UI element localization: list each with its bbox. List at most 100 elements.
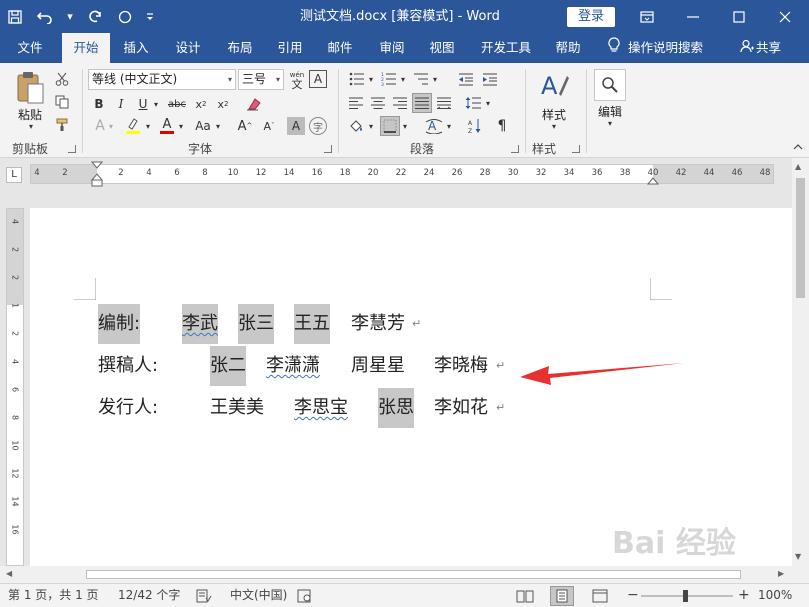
- align-left-icon[interactable]: [346, 93, 366, 113]
- decrease-indent-icon[interactable]: [455, 69, 477, 89]
- borders-icon[interactable]: [380, 116, 400, 136]
- justify-icon[interactable]: [412, 93, 432, 113]
- search-icon[interactable]: [594, 69, 626, 101]
- undo-dropdown-icon[interactable]: ▾: [60, 0, 80, 33]
- styles-dropdown-icon[interactable]: ▾: [549, 121, 559, 131]
- chinese-layout-icon[interactable]: A: [422, 116, 446, 136]
- share-button[interactable]: 共享: [740, 33, 781, 63]
- change-case-dropdown-icon[interactable]: ▾: [213, 116, 223, 136]
- tell-me-search[interactable]: 操作说明搜索: [608, 33, 703, 63]
- font-color-icon[interactable]: A: [157, 116, 177, 136]
- horizontal-scrollbar[interactable]: ◀ ▶: [0, 566, 792, 583]
- editing-dropdown-icon[interactable]: ▾: [605, 118, 615, 128]
- first-line-indent-marker-icon[interactable]: [91, 161, 103, 187]
- font-color-dropdown-icon[interactable]: ▾: [176, 116, 186, 136]
- copy-icon[interactable]: [52, 92, 72, 112]
- tab-design[interactable]: 设计: [166, 33, 210, 63]
- tab-mailings[interactable]: 邮件: [318, 33, 362, 63]
- tab-home[interactable]: 开始: [62, 33, 110, 63]
- italic-icon[interactable]: I: [112, 95, 130, 113]
- highlight-icon[interactable]: [122, 116, 144, 136]
- tab-view[interactable]: 视图: [420, 33, 464, 63]
- subscript-icon[interactable]: x2: [191, 95, 211, 113]
- read-mode-icon[interactable]: [516, 584, 534, 607]
- font-name-combo[interactable]: 等线 (中文正文) ▾: [88, 69, 236, 90]
- zoom-in-button[interactable]: +: [738, 584, 750, 607]
- zoom-out-button[interactable]: −: [627, 584, 639, 607]
- minimize-icon[interactable]: [670, 0, 716, 33]
- save-icon[interactable]: [0, 0, 30, 33]
- grow-font-icon[interactable]: A ^: [235, 116, 255, 136]
- login-button[interactable]: 登录: [567, 7, 615, 27]
- highlight-dropdown-icon[interactable]: ▾: [143, 116, 153, 136]
- font-size-combo[interactable]: 三号 ▾: [238, 69, 284, 90]
- tab-help[interactable]: 帮助: [546, 33, 590, 63]
- shrink-font-icon[interactable]: Aˇ: [259, 116, 279, 136]
- underline-dropdown-icon[interactable]: ▾: [151, 95, 161, 113]
- collapse-ribbon-icon[interactable]: [792, 141, 804, 153]
- text-effects-dropdown-icon[interactable]: ▾: [106, 116, 116, 136]
- vertical-ruler[interactable]: 4 2 2 1 2 4 6 8 10 12 14 16: [6, 208, 24, 566]
- increase-indent-icon[interactable]: [479, 69, 501, 89]
- vertical-scrollbar[interactable]: ▲ ▼: [792, 158, 809, 566]
- redo-icon[interactable]: [80, 0, 110, 33]
- align-right-icon[interactable]: [390, 93, 410, 113]
- bullets-dropdown-icon[interactable]: ▾: [367, 69, 375, 89]
- document-page[interactable]: 编制: 李武 张三 王五 李慧芳 ↵ 撰稿人: 张二 李潇潇 周星星 李晓梅 ↵…: [30, 208, 792, 566]
- horizontal-scroll-thumb[interactable]: [86, 570, 741, 579]
- shading-dropdown-icon[interactable]: ▾: [367, 116, 375, 136]
- tab-file[interactable]: 文件: [6, 33, 54, 63]
- proofing-icon[interactable]: [196, 584, 212, 607]
- shading-icon[interactable]: [346, 116, 368, 136]
- char-border-icon[interactable]: A: [309, 70, 327, 88]
- char-shading-icon[interactable]: A: [287, 117, 305, 135]
- clipboard-launcher-icon[interactable]: [68, 145, 76, 153]
- bold-icon[interactable]: B: [90, 95, 108, 113]
- page-count[interactable]: 第 1 页，共 1 页: [8, 584, 99, 607]
- sort-icon[interactable]: AZ: [465, 116, 485, 136]
- superscript-icon[interactable]: x2: [213, 95, 233, 113]
- scroll-right-icon[interactable]: ▶: [778, 569, 784, 578]
- paste-dropdown-icon[interactable]: ▾: [26, 121, 36, 131]
- horizontal-ruler[interactable]: 4 2 2 4 6 8 10 12 14 16 18 20 22 24 26 28 30 32 34 36 38 40 42…: [30, 161, 774, 187]
- ribbon-display-options-icon[interactable]: [624, 0, 670, 33]
- multilevel-dropdown-icon[interactable]: ▾: [431, 69, 439, 89]
- tab-insert[interactable]: 插入: [114, 33, 158, 63]
- change-case-icon[interactable]: Aa: [191, 116, 215, 136]
- styles-launcher-icon[interactable]: [572, 145, 580, 153]
- macro-record-icon[interactable]: [297, 584, 313, 607]
- tab-review[interactable]: 审阅: [370, 33, 414, 63]
- maximize-icon[interactable]: [716, 0, 762, 33]
- print-layout-icon[interactable]: [550, 586, 574, 606]
- show-marks-icon[interactable]: ¶: [492, 116, 512, 136]
- scroll-down-icon[interactable]: ▼: [795, 552, 801, 561]
- font-launcher-icon[interactable]: [324, 145, 332, 153]
- cut-icon[interactable]: [52, 69, 72, 89]
- bullets-icon[interactable]: [346, 69, 368, 89]
- scroll-up-icon[interactable]: ▲: [795, 162, 801, 171]
- numbering-icon[interactable]: 123: [378, 69, 400, 89]
- zoom-level[interactable]: 100%: [758, 584, 792, 607]
- tab-references[interactable]: 引用: [268, 33, 312, 63]
- tab-selector[interactable]: L: [6, 167, 22, 183]
- enclose-chars-icon[interactable]: 字: [309, 117, 327, 135]
- format-painter-icon[interactable]: [52, 115, 72, 135]
- phonetic-guide-icon[interactable]: wén 文: [288, 69, 306, 90]
- clear-formatting-icon[interactable]: [243, 95, 265, 113]
- underline-icon[interactable]: U: [134, 95, 152, 113]
- tab-layout[interactable]: 布局: [218, 33, 262, 63]
- paragraph-launcher-icon[interactable]: [511, 145, 519, 153]
- numbering-dropdown-icon[interactable]: ▾: [399, 69, 407, 89]
- undo-icon[interactable]: [30, 0, 60, 33]
- line-spacing-dropdown-icon[interactable]: ▾: [484, 93, 492, 113]
- zoom-slider[interactable]: [641, 584, 733, 607]
- chinese-layout-dropdown-icon[interactable]: ▾: [445, 116, 453, 136]
- circle-icon[interactable]: [110, 0, 140, 33]
- web-layout-icon[interactable]: [592, 584, 608, 607]
- multilevel-list-icon[interactable]: [410, 69, 432, 89]
- vertical-scroll-thumb[interactable]: [796, 178, 805, 298]
- styles-icon[interactable]: A: [536, 69, 572, 101]
- word-count[interactable]: 12/42 个字: [118, 584, 180, 607]
- paste-icon[interactable]: [12, 69, 48, 107]
- distributed-icon[interactable]: [434, 93, 454, 113]
